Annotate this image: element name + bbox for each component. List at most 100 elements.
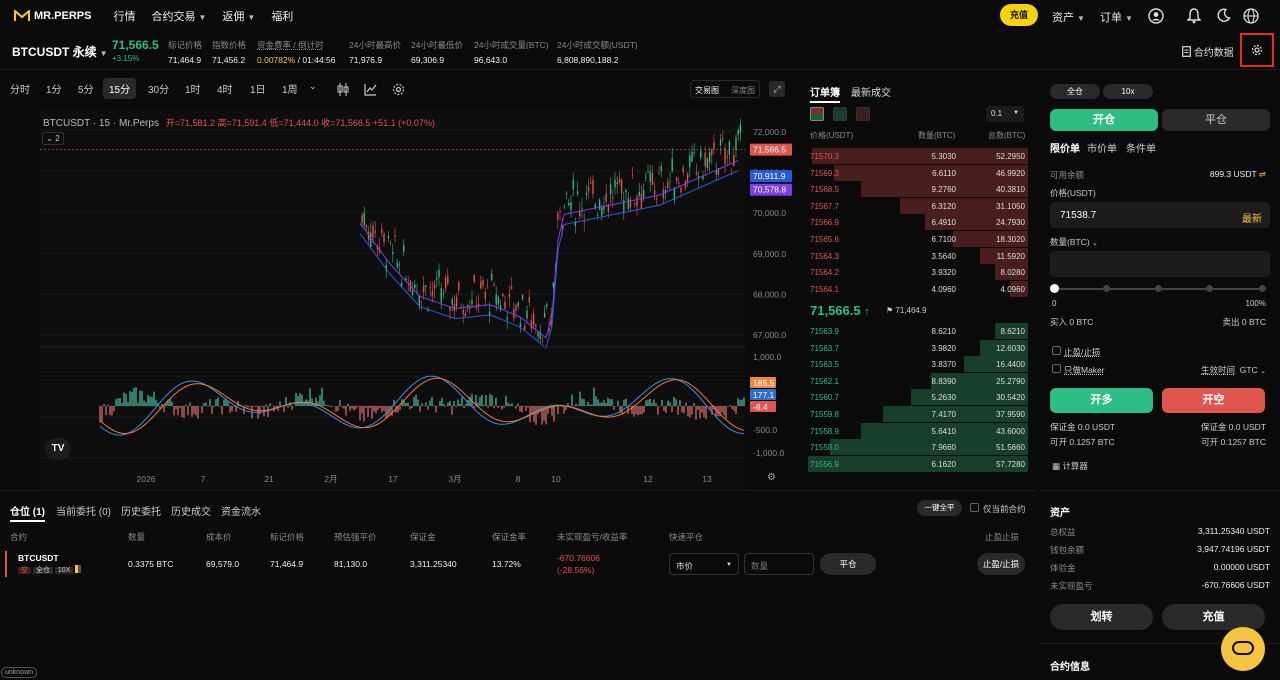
close-position-button[interactable]: 平仓	[820, 553, 876, 575]
latest-price-button[interactable]: 最新	[1242, 210, 1262, 225]
orderbook-row[interactable]: 71569.3 6.6110 46.9920	[808, 164, 1028, 181]
nav-rebate[interactable]: 返佣 ▼	[222, 8, 255, 24]
order-type-market[interactable]: 市价单	[1087, 140, 1117, 155]
orderbook-row[interactable]: 71563.7 3.9820 12.6030	[808, 339, 1028, 356]
book-view-asks-icon[interactable]	[856, 107, 870, 121]
tf-15m[interactable]: 15分	[103, 78, 137, 99]
deposit-button[interactable]: 充值	[1000, 4, 1038, 26]
order-type-limit[interactable]: 限价单	[1050, 140, 1080, 155]
pos-symbol[interactable]: BTCUSDT	[18, 553, 59, 563]
orderbook-row[interactable]: 71558.9 5.6410 43.6000	[808, 422, 1028, 439]
orderbook-row[interactable]: 71564.2 3.9320 8.0280	[808, 264, 1028, 281]
symbol-selector[interactable]: BTCUSDT 永续 ▼	[12, 43, 108, 60]
tif-select[interactable]: 生效时间 GTC ⌄	[1201, 364, 1266, 376]
brand-logo[interactable]: MR.PERPS	[14, 10, 91, 22]
orderbook-row[interactable]: 71562.1 8.8390 25.2790	[808, 372, 1028, 389]
chevron-down-icon[interactable]: ⌄	[309, 81, 317, 92]
tab-order-history[interactable]: 历史委托	[121, 503, 161, 518]
calculator-link[interactable]: ▦ 计算器	[1052, 460, 1088, 472]
user-icon[interactable]	[1148, 8, 1164, 24]
tf-5m[interactable]: 5分	[78, 81, 94, 96]
tf-4h[interactable]: 4时	[217, 81, 233, 96]
open-long-button[interactable]: 开多	[1050, 388, 1153, 413]
orderbook-row[interactable]: 71558.0 7.9660 51.5660	[808, 439, 1028, 456]
tf-1h[interactable]: 1时	[185, 81, 201, 96]
tab-open-orders[interactable]: 当前委托 (0)	[56, 503, 111, 518]
leverage-button[interactable]: 10x	[1103, 84, 1153, 99]
orderbook-row[interactable]: 71570.3 5.3030 52.2950	[808, 148, 1028, 164]
bell-icon[interactable]	[1187, 8, 1201, 24]
orderbook-row[interactable]: 71559.8 7.4170 37.9590	[808, 406, 1028, 422]
time-settings-icon[interactable]: ⚙︎	[767, 472, 776, 483]
tab-open[interactable]: 开仓	[1050, 109, 1158, 131]
price-input[interactable]: 71538.7 最新	[1050, 202, 1270, 228]
nav-market[interactable]: 行情	[113, 8, 135, 24]
settings-button[interactable]	[1240, 33, 1274, 67]
tab-trade-history[interactable]: 历史成交	[171, 503, 211, 518]
close-type-select[interactable]: 市价 ▼	[669, 553, 739, 575]
row-price: 71558.9	[810, 426, 839, 436]
indicator-icon[interactable]	[364, 83, 377, 96]
contract-data-link[interactable]: 合约数据	[1182, 44, 1234, 59]
tf-1w[interactable]: 1周	[282, 81, 298, 96]
moon-icon[interactable]	[1216, 8, 1231, 23]
margin-mode-button[interactable]: 全仓	[1050, 84, 1100, 99]
qty-slider[interactable]	[1050, 284, 1266, 293]
tab-funding-flow[interactable]: 资金流水	[221, 503, 261, 518]
slider-thumb[interactable]	[1050, 284, 1059, 293]
qty-label[interactable]: 数量(BTC) ⌄	[1050, 236, 1098, 248]
only-current-label[interactable]: 仅当前合约	[983, 503, 1026, 515]
precision-select[interactable]: 0.1 ▼	[986, 106, 1024, 122]
candle-type-icon[interactable]	[337, 83, 349, 96]
tab-close[interactable]: 平仓	[1162, 109, 1270, 131]
tpsl-button[interactable]: 止盈/止损	[977, 553, 1025, 575]
orderbook-row[interactable]: 71556.9 6.1620 57.7280	[808, 455, 1028, 472]
orderbook-row[interactable]: 71563.5 3.8370 16.4400	[808, 356, 1028, 373]
maker-label[interactable]: 只做Maker	[1064, 364, 1105, 376]
orderbook-row[interactable]: 71564.3 3.5640 11.5920	[808, 247, 1028, 264]
qty-input[interactable]	[1050, 251, 1270, 277]
maker-checkbox[interactable]	[1052, 364, 1061, 373]
tf-line[interactable]: 分时	[10, 81, 30, 96]
transfer-icon[interactable]: ⇌	[1259, 169, 1266, 179]
chart-area[interactable]: 72,000.0 7 1,000.0 70,000.0 69,000.0 68,000.0…	[0, 110, 797, 490]
orderbook-row[interactable]: 71563.9 8.6210 8.6210	[808, 323, 1028, 339]
book-view-both-icon[interactable]	[810, 107, 824, 121]
nav-welfare[interactable]: 福利	[271, 8, 293, 24]
only-current-checkbox[interactable]	[970, 503, 979, 512]
close-qty-input[interactable]: 数量	[744, 553, 814, 575]
tf-1d[interactable]: 1日	[250, 81, 266, 96]
nav-orders[interactable]: 订单 ▼	[1100, 9, 1133, 25]
tab-positions[interactable]: 仓位 (1)	[10, 503, 45, 522]
tf-30m[interactable]: 30分	[148, 81, 169, 96]
orderbook-row[interactable]: 71565.6 6.7100 18.3020	[808, 231, 1028, 247]
indicator-collapse[interactable]: ⌄ 2	[42, 132, 64, 145]
orderbook-row[interactable]: 71568.5 9.2760 40.3810	[808, 181, 1028, 198]
fullscreen-button[interactable]: ⤢	[769, 81, 785, 97]
tf-1m[interactable]: 1分	[46, 81, 62, 96]
nav-futures[interactable]: 合约交易 ▼	[151, 8, 206, 24]
book-view-bids-icon[interactable]	[833, 107, 847, 121]
nav-assets[interactable]: 资产 ▼	[1052, 9, 1085, 25]
orderbook-row[interactable]: 71566.9 6.4910 24.7930	[808, 214, 1028, 231]
tab-orderbook[interactable]: 订单簿	[810, 84, 840, 103]
orderbook-row[interactable]: 71560.7 5.2630 30.5420	[808, 389, 1028, 406]
view-depth-tab[interactable]: 深度图	[731, 85, 755, 96]
transfer-button[interactable]: 划转	[1050, 604, 1153, 630]
orderbook-row[interactable]: 71567.7 6.3120 31.1050	[808, 197, 1028, 214]
order-type-conditional[interactable]: 条件单	[1126, 140, 1156, 155]
price-chart[interactable]: 72,000.0 7 1,000.0 70,000.0 69,000.0 68,000.0…	[0, 110, 797, 490]
open-short-button[interactable]: 开空	[1162, 388, 1265, 413]
tab-trades[interactable]: 最新成交	[851, 84, 891, 99]
tpsl-checkbox[interactable]	[1052, 346, 1061, 355]
chart-settings-icon[interactable]	[392, 83, 405, 96]
unknown-badge: unknown	[1, 667, 38, 678]
orderbook-row[interactable]: 71564.1 4.0960 4.0960	[808, 280, 1028, 297]
stat-funding[interactable]: 资金费率 / 倒计时 0.00782% / 01:44:56	[257, 39, 335, 65]
asset-deposit-button[interactable]: 充值	[1162, 604, 1265, 630]
tpsl-label[interactable]: 止盈/止损	[1064, 346, 1100, 358]
view-trade-tab[interactable]: 交易图	[695, 85, 719, 96]
close-all-button[interactable]: 一键全平	[917, 500, 962, 516]
globe-icon[interactable]	[1243, 8, 1259, 24]
chat-support-button[interactable]	[1221, 627, 1265, 671]
